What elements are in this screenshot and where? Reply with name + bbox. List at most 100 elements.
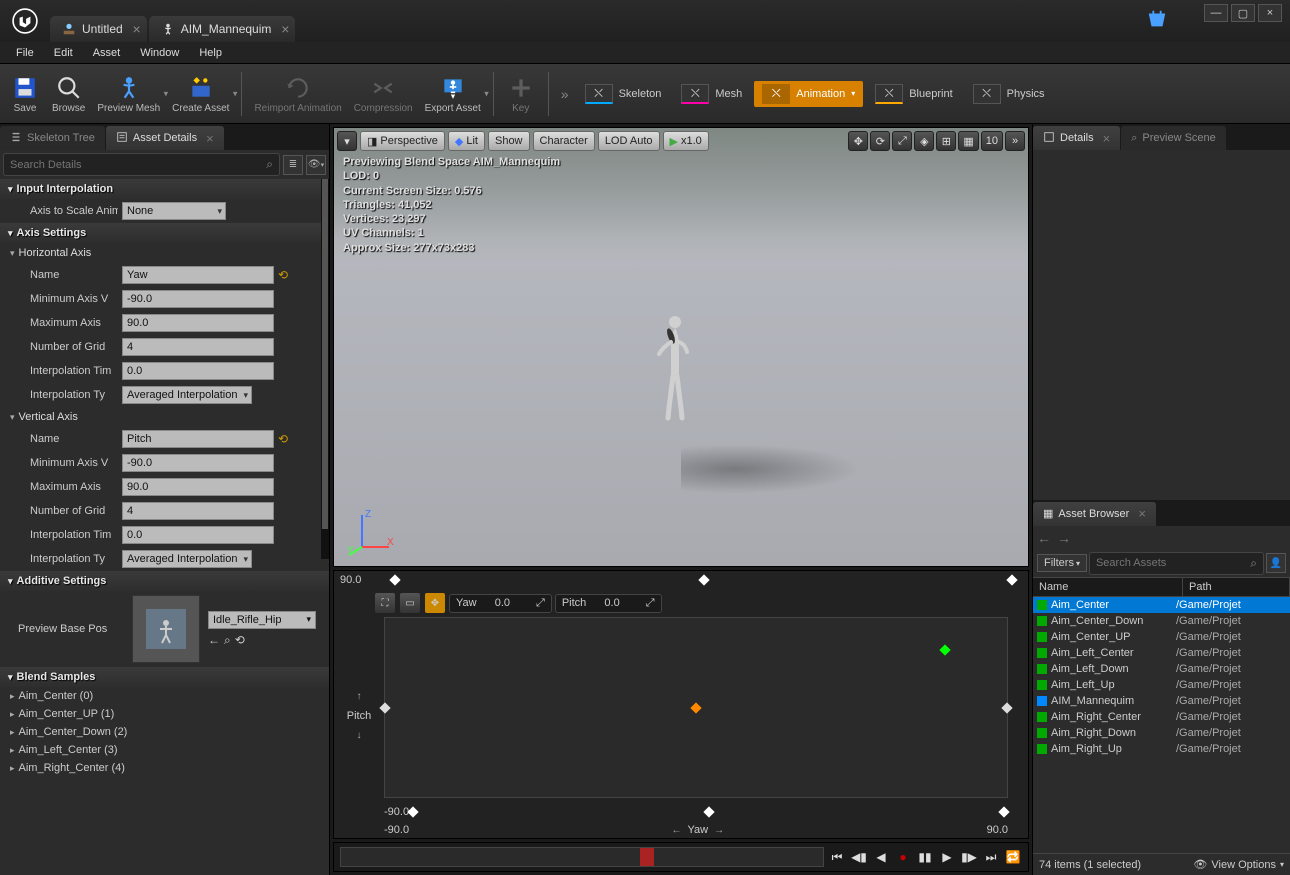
translate-tool-icon[interactable]: ✥: [848, 131, 868, 151]
asset-row[interactable]: AIM_Mannequim/Game/Projet: [1033, 693, 1290, 709]
asset-row[interactable]: Aim_Center_Down/Game/Projet: [1033, 613, 1290, 629]
step-forward-icon[interactable]: ▮▶: [960, 848, 978, 866]
vp-overflow-icon[interactable]: »: [1005, 131, 1025, 151]
asset-list-header[interactable]: Name Path: [1033, 577, 1290, 597]
overflow-arrows-icon[interactable]: »: [555, 86, 575, 102]
h-name-input[interactable]: [122, 266, 274, 284]
blend-sample-item[interactable]: Aim_Left_Center (3): [0, 741, 329, 759]
tab-asset-details[interactable]: Asset Details ×: [106, 126, 224, 150]
v-grid-input[interactable]: [122, 502, 274, 520]
close-icon[interactable]: ×: [206, 131, 214, 146]
close-icon[interactable]: ×: [1103, 131, 1111, 146]
create-asset-button[interactable]: Create Asset: [166, 66, 235, 122]
asset-row[interactable]: Aim_Right_Up/Game/Projet: [1033, 741, 1290, 757]
show-button[interactable]: Show: [488, 131, 530, 151]
step-back-icon[interactable]: ◀▮: [850, 848, 868, 866]
user-filter-icon[interactable]: 👤: [1266, 553, 1286, 573]
h-interptype-select[interactable]: Averaged Interpolation: [122, 386, 252, 404]
character-button[interactable]: Character: [533, 131, 595, 151]
asset-row[interactable]: Aim_Left_Up/Game/Projet: [1033, 677, 1290, 693]
close-icon[interactable]: ×: [281, 21, 289, 37]
tab-details[interactable]: Details ×: [1033, 126, 1120, 150]
blend-sample-marker[interactable]: [698, 574, 709, 585]
close-icon[interactable]: ×: [133, 21, 141, 37]
vertical-axis-header[interactable]: Vertical Axis: [0, 407, 329, 427]
search-assets-input[interactable]: ⌕: [1089, 552, 1264, 575]
viewport[interactable]: ▾ ◨Perspective ◆Lit Show Character LOD A…: [333, 127, 1029, 567]
h-grid-input[interactable]: [122, 338, 274, 356]
record-icon[interactable]: ●: [894, 848, 912, 866]
tab-skeleton-tree[interactable]: Skeleton Tree: [0, 126, 105, 150]
vp-menu-button[interactable]: ▾: [337, 131, 357, 151]
blendspace-editor[interactable]: 90.0 ⛶ ▭ ✥ Yaw 0.0⤢ Pitch 0.0⤢ ↑ Pitch ↓: [333, 570, 1029, 839]
pitch-input[interactable]: Pitch 0.0⤢: [555, 594, 662, 613]
blend-sample-marker[interactable]: [407, 806, 418, 817]
snap-toggle-icon[interactable]: ⊞: [936, 131, 956, 151]
grid-icon[interactable]: ▦: [958, 131, 978, 151]
menu-window[interactable]: Window: [132, 44, 187, 62]
v-interptype-select[interactable]: Averaged Interpolation: [122, 550, 252, 568]
tab-asset-browser[interactable]: ▦ Asset Browser ×: [1033, 502, 1156, 526]
asset-row[interactable]: Aim_Right_Center/Game/Projet: [1033, 709, 1290, 725]
v-interptime-input[interactable]: [122, 526, 274, 544]
playback-speed-button[interactable]: ▶x1.0: [663, 131, 709, 151]
maximize-button[interactable]: ▢: [1231, 4, 1255, 22]
blend-sample-marker[interactable]: [1001, 702, 1012, 713]
base-pose-select[interactable]: Idle_Rifle_Hip: [208, 611, 316, 629]
rotate-tool-icon[interactable]: ⟳: [870, 131, 890, 151]
scale-tool-icon[interactable]: ⤢: [892, 131, 912, 151]
eye-icon[interactable]: 👁▾: [306, 155, 326, 175]
tab-untitled[interactable]: Untitled ×: [50, 16, 147, 42]
section-axis-settings[interactable]: Axis Settings: [0, 223, 329, 243]
section-additive-settings[interactable]: Additive Settings: [0, 571, 329, 591]
mode-animation[interactable]: ⛌ Animation ▾: [754, 81, 863, 107]
world-local-icon[interactable]: ◈: [914, 131, 934, 151]
lod-button[interactable]: LOD Auto: [598, 131, 660, 151]
view-mode-icon[interactable]: ≣: [283, 155, 303, 175]
close-button[interactable]: ×: [1258, 4, 1282, 22]
blend-sample-marker[interactable]: [703, 806, 714, 817]
blend-preview-cursor[interactable]: [939, 645, 950, 656]
view-options-button[interactable]: 👁 View Options ▾: [1193, 858, 1284, 871]
browse-button[interactable]: Browse: [46, 66, 91, 122]
export-button[interactable]: Export Asset: [419, 66, 487, 122]
menu-asset[interactable]: Asset: [85, 44, 129, 62]
mode-blueprint[interactable]: ⛌ Blueprint: [867, 81, 960, 107]
reset-icon[interactable]: ⟲: [235, 633, 245, 648]
find-icon[interactable]: ⌕: [224, 633, 231, 648]
yaw-input[interactable]: Yaw 0.0⤢: [449, 594, 552, 613]
blend-sample-item[interactable]: Aim_Center (0): [0, 687, 329, 705]
search-details-input[interactable]: ⌕: [3, 153, 280, 176]
reimport-button[interactable]: Reimport Animation: [248, 66, 347, 122]
snap-value[interactable]: 10: [981, 131, 1003, 151]
blend-sample-marker[interactable]: [998, 806, 1009, 817]
fit-icon[interactable]: ⛶: [374, 592, 396, 614]
blend-sample-marker[interactable]: [1006, 574, 1017, 585]
blend-sample-item[interactable]: Aim_Center_Down (2): [0, 723, 329, 741]
pause-icon[interactable]: ▮▮: [916, 848, 934, 866]
playhead[interactable]: [640, 848, 654, 866]
lit-button[interactable]: ◆Lit: [448, 131, 485, 151]
v-max-input[interactable]: [122, 478, 274, 496]
h-max-input[interactable]: [122, 314, 274, 332]
preview-mesh-button[interactable]: Preview Mesh: [91, 66, 166, 122]
mode-physics[interactable]: ⛌ Physics: [965, 81, 1053, 107]
reset-icon[interactable]: ⟲: [278, 268, 288, 282]
scrollbar[interactable]: [321, 179, 329, 559]
v-min-input[interactable]: [122, 454, 274, 472]
reverse-icon[interactable]: ◀: [872, 848, 890, 866]
axis-scale-select[interactable]: None: [122, 202, 226, 220]
to-end-icon[interactable]: ⏭: [982, 848, 1000, 866]
to-start-icon[interactable]: ⏮: [828, 848, 846, 866]
blend-sample-marker[interactable]: [390, 574, 401, 585]
h-min-input[interactable]: [122, 290, 274, 308]
filters-button[interactable]: Filters▾: [1037, 554, 1087, 572]
v-name-input[interactable]: [122, 430, 274, 448]
labels-icon[interactable]: ▭: [399, 592, 421, 614]
use-arrow-icon[interactable]: ←: [208, 633, 220, 648]
forward-icon[interactable]: →: [1057, 530, 1071, 546]
h-interptime-input[interactable]: [122, 362, 274, 380]
asset-row[interactable]: Aim_Left_Center/Game/Projet: [1033, 645, 1290, 661]
asset-row[interactable]: Aim_Center_UP/Game/Projet: [1033, 629, 1290, 645]
move-icon[interactable]: ✥: [424, 592, 446, 614]
